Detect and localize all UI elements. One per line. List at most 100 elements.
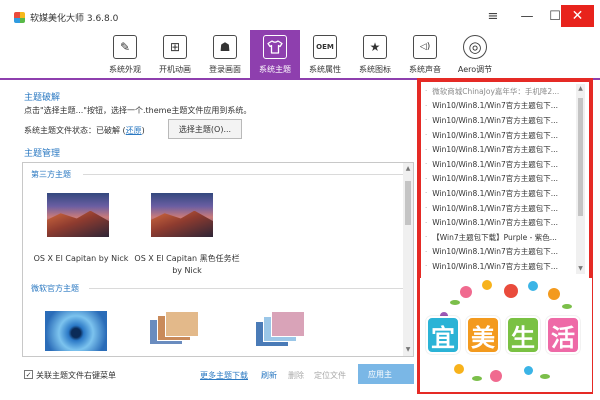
news-item[interactable]: · Win10/Win8.1/Win7官方主题包下...	[425, 157, 575, 172]
leaf-icon	[450, 300, 460, 305]
theme-item-official-stack1[interactable]	[149, 311, 213, 355]
news-item[interactable]: · Win10/Win8.1/Win7官方主题包下...	[425, 113, 575, 128]
news-scrollbar[interactable]: ▲ ▼	[576, 84, 585, 274]
select-theme-button[interactable]: 选择主题(O)...	[168, 119, 242, 139]
bullet-icon: ·	[425, 218, 428, 227]
window-title: 软媒美化大师 3.6.8.0	[30, 14, 119, 24]
news-item[interactable]: · Win10/Win8.1/Win7官方主题包下...	[425, 142, 575, 157]
logo-char-2: 美	[466, 316, 500, 354]
group-divider	[89, 288, 405, 289]
bullet-icon: ·	[425, 262, 428, 271]
star-icon: ★	[363, 35, 387, 59]
tab-label: 登录画面	[209, 65, 241, 74]
bullet-icon: ·	[425, 101, 428, 110]
tab-label: 系统图标	[359, 65, 391, 74]
apply-theme-button[interactable]: 应用主	[358, 364, 414, 384]
associate-context-menu-label: 关联主题文件右键菜单	[36, 371, 116, 380]
bullet-icon: ·	[425, 87, 428, 96]
news-item[interactable]: · 微软商城ChinaJoy嘉年华：手机降2...	[425, 84, 575, 99]
news-item[interactable]: · Win10/Win8.1/Win7官方主题包下...	[425, 201, 575, 216]
more-themes-link[interactable]: 更多主题下载	[200, 370, 248, 381]
app-logo-icon	[14, 12, 25, 23]
status-close: )	[141, 126, 145, 135]
tab-boot-animation[interactable]: ⊞ 开机动画	[150, 30, 200, 78]
tab-system-appearance[interactable]: ✎ 系统外观	[100, 30, 150, 78]
scroll-down-icon[interactable]: ▼	[576, 265, 585, 272]
section-title-manage: 主题管理	[24, 149, 61, 159]
tab-system-sound[interactable]: ◁) 系统声音	[400, 30, 450, 78]
news-item[interactable]: · Win10/Win8.1/Win7官方主题包下...	[425, 128, 575, 143]
news-item[interactable]: · Win10/Win8.1/Win7官方主题包下...	[425, 215, 575, 230]
bullet-icon: ·	[425, 247, 428, 256]
theme-item-official-stack2[interactable]	[255, 311, 319, 355]
tab-label: 系统属性	[309, 65, 341, 74]
news-item[interactable]: · 【Win7主题包下载】Purple - 紫色...	[425, 230, 575, 245]
tab-label: 系统声音	[409, 65, 441, 74]
refresh-link[interactable]: 刷新	[261, 370, 277, 381]
news-title: Win10/Win8.1/Win7官方主题包下...	[432, 130, 558, 140]
delete-link[interactable]: 删除	[288, 370, 304, 381]
theme-item-elcapitan-dark[interactable]: OS X El Capitan 黑色任务栏 by Nick	[131, 193, 243, 278]
tab-system-icons[interactable]: ★ 系统图标	[350, 30, 400, 78]
associate-context-menu-checkbox[interactable]: ✓	[24, 370, 33, 379]
scroll-down-icon[interactable]: ▼	[403, 346, 413, 353]
theme-item-official-water[interactable]	[45, 311, 109, 355]
news-title: 微软商城ChinaJoy嘉年华：手机降2...	[432, 86, 560, 96]
theme-thumbnail	[149, 311, 199, 351]
oem-icon: OEM	[313, 35, 337, 59]
news-item[interactable]: · Win10/Win8.1/Win7官方主题包下...	[425, 172, 575, 187]
tab-aero-adjust[interactable]: ◎ Aero调节	[450, 30, 500, 78]
flower-icon	[490, 370, 502, 382]
user-portrait-icon: ☗	[213, 35, 237, 59]
news-item[interactable]: · Win10/Win8.1/Win7官方主题包下...	[425, 186, 575, 201]
bullet-icon: ·	[425, 233, 428, 242]
minimize-button[interactable]: —	[512, 5, 542, 27]
section-title-crack: 主题破解	[24, 93, 61, 103]
tab-system-properties[interactable]: OEM 系统属性	[300, 30, 350, 78]
scroll-thumb[interactable]	[405, 181, 411, 225]
bullet-icon: ·	[425, 204, 428, 213]
logo-char-4: 活	[546, 316, 580, 354]
locate-file-link[interactable]: 定位文件	[314, 370, 346, 381]
tshirt-icon	[263, 35, 287, 59]
news-title: Win10/Win8.1/Win7官方主题包下...	[432, 188, 558, 198]
tab-label: 系统主题	[259, 65, 291, 74]
scroll-up-icon[interactable]: ▲	[403, 165, 413, 172]
flower-icon	[548, 288, 560, 300]
theme-thumbnail	[45, 311, 107, 351]
tab-system-theme[interactable]: 系统主题	[250, 30, 300, 78]
status-label: 系统主题文件状态：已破解 (	[24, 126, 126, 135]
theme-list-scrollbar[interactable]: ▲ ▼	[403, 163, 413, 356]
logo-char-1: 宜	[426, 316, 460, 354]
news-item[interactable]: · Win10/Win8.1/Win7官方主题包下...	[425, 99, 575, 114]
close-button[interactable]: ✕	[561, 5, 594, 27]
bullet-icon: ·	[425, 145, 428, 154]
theme-item-elcapitan[interactable]: OS X El Capitan by Nick	[27, 193, 135, 278]
news-title: Win10/Win8.1/Win7官方主题包下...	[432, 247, 558, 257]
tab-label: 开机动画	[159, 65, 191, 74]
leaf-icon	[540, 374, 550, 379]
theme-thumbnail	[47, 193, 109, 237]
news-title: Win10/Win8.1/Win7官方主题包下...	[432, 115, 558, 125]
theme-thumbnail	[151, 193, 213, 237]
scroll-up-icon[interactable]: ▲	[576, 85, 585, 92]
group-label-official: 微软官方主题	[31, 284, 79, 293]
news-title: Win10/Win8.1/Win7官方主题包下...	[432, 145, 558, 155]
flower-icon	[460, 286, 472, 298]
scroll-thumb[interactable]	[578, 98, 583, 216]
news-item[interactable]: · Win10/Win8.1/Win7官方主题包下...	[425, 245, 575, 260]
flower-icon	[504, 284, 518, 298]
tab-label: 系统外观	[109, 65, 141, 74]
news-title: Win10/Win8.1/Win7官方主题包下...	[432, 218, 558, 228]
crack-description: 点击"选择主题..."按钮，选择一个.theme主题文件应用到系统。	[24, 106, 252, 115]
theme-list-panel: 第三方主题 OS X El Capitan by Nick OS X El Ca…	[22, 162, 414, 357]
tab-login-screen[interactable]: ☗ 登录画面	[200, 30, 250, 78]
restore-link[interactable]: 还原	[126, 126, 142, 135]
main-menu-button[interactable]: ≡	[478, 5, 508, 27]
news-title: Win10/Win8.1/Win7官方主题包下...	[432, 159, 558, 169]
bullet-icon: ·	[425, 131, 428, 140]
bullet-icon: ·	[425, 160, 428, 169]
theme-file-status: 系统主题文件状态：已破解 (还原)	[24, 125, 145, 136]
news-item[interactable]: · Win10/Win8.1/Win7官方主题包下...	[425, 259, 575, 274]
speaker-icon: ◁)	[413, 35, 437, 59]
